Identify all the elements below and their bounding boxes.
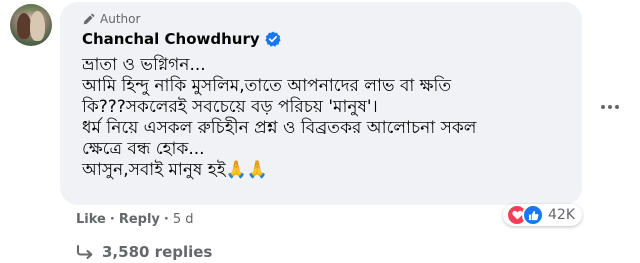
more-options-icon (600, 105, 621, 109)
comment-line: কি???সকলেরই সবচেয়ে বড় পরিচয় 'মানুষ'। (82, 97, 378, 117)
comment-line: ক্ষেত্রে বন্ধ হোক... (82, 139, 205, 159)
replies-count-label: 3,580 replies (102, 243, 213, 261)
comment-line: ধর্ম নিয়ে এসকল রুচিহীন প্রশ্ন ও বিব্রতক… (82, 118, 477, 138)
comment-bubble: Author Chanchal Chowdhury ভ্রাতা ও ভগ্নি… (60, 2, 582, 205)
reaction-count: 42K (548, 207, 575, 223)
reactions-summary[interactable]: 42K (503, 204, 582, 226)
author-badge-label: Author (100, 12, 141, 26)
comment-line: আসুন,সবাই মানুষ হই🙏🙏 (82, 160, 268, 180)
action-separator: · (109, 212, 115, 227)
author-avatar[interactable] (10, 4, 52, 46)
comment-container: Author Chanchal Chowdhury ভ্রাতা ও ভগ্নি… (0, 0, 640, 263)
comment-line: আমি হিন্দু নাকি মুসলিম,তাতে আপনাদের লাভ … (82, 76, 452, 96)
author-name-row: Chanchal Chowdhury (82, 30, 281, 48)
comment-line: ভ্রাতা ও ভগ্নিগন... (82, 55, 206, 75)
like-button[interactable]: Like (76, 212, 106, 227)
view-replies-button[interactable]: 3,580 replies (76, 243, 212, 261)
more-options-button[interactable] (600, 97, 620, 117)
avatar-person-right (30, 11, 45, 41)
avatar-foliage (10, 4, 52, 16)
author-badge: Author (82, 11, 140, 27)
action-separator: · (163, 212, 169, 227)
avatar-person-left (17, 13, 31, 39)
author-name[interactable]: Chanchal Chowdhury (82, 30, 260, 48)
pencil-icon (83, 12, 95, 24)
comment-body: ভ্রাতা ও ভগ্নিগন... আমি হিন্দু নাকি মুসল… (82, 55, 572, 181)
reply-arrow-icon (77, 245, 93, 259)
like-reaction-icon (522, 204, 544, 226)
verified-icon (265, 31, 281, 47)
comment-actions: Like · Reply · 5 d (76, 212, 194, 227)
reply-button[interactable]: Reply (119, 212, 160, 227)
comment-timestamp[interactable]: 5 d (173, 212, 194, 227)
